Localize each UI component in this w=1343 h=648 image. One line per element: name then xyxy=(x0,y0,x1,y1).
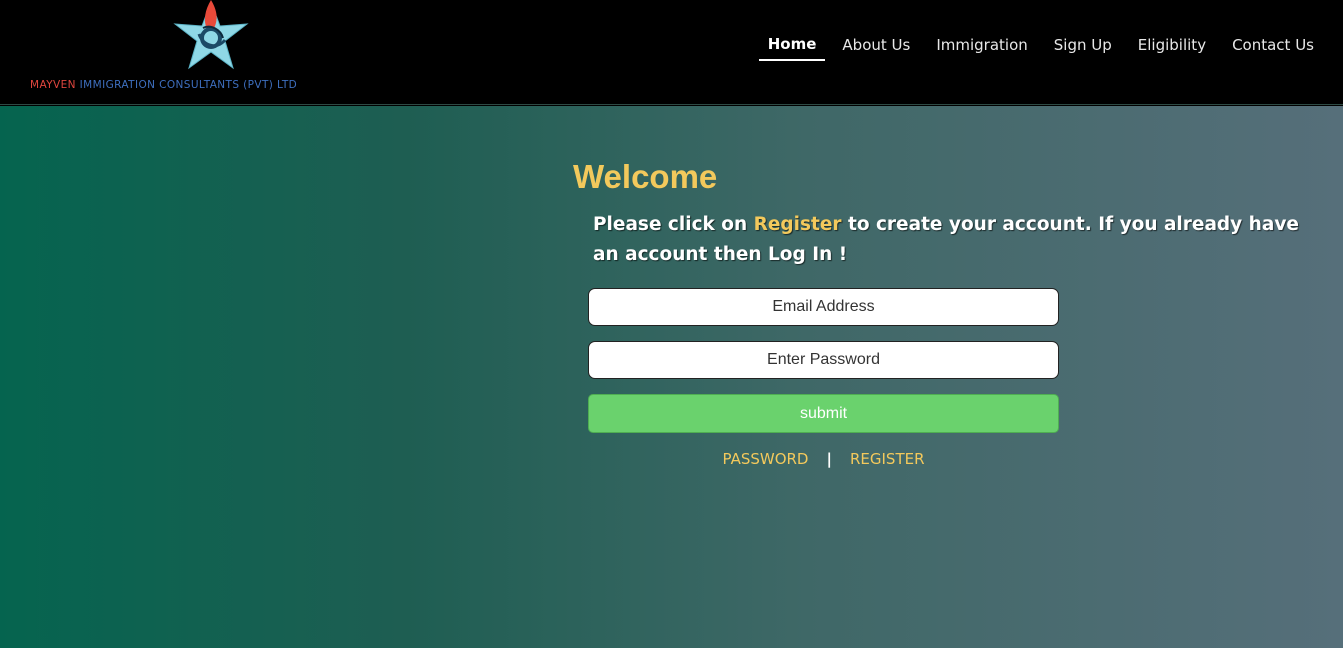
register-link[interactable]: REGISTER xyxy=(850,450,925,468)
page-title: Welcome xyxy=(573,158,718,195)
logo-tagline: IMMIGRATION CONSULTANTS (PVT) LTD xyxy=(75,79,298,91)
password-link[interactable]: PASSWORD xyxy=(722,450,808,468)
intro-register-highlight: Register xyxy=(753,214,842,235)
login-section: Welcome Please click on Register to crea… xyxy=(0,106,1343,648)
nav-sign-up[interactable]: Sign Up xyxy=(1045,34,1121,60)
site-header: MAYVEN IMMIGRATION CONSULTANTS (PVT) LTD… xyxy=(0,0,1343,105)
logo-text: MAYVEN IMMIGRATION CONSULTANTS (PVT) LTD xyxy=(30,79,297,91)
nav-eligibility[interactable]: Eligibility xyxy=(1129,34,1215,60)
nav-home[interactable]: Home xyxy=(758,33,826,61)
nav-immigration[interactable]: Immigration xyxy=(927,34,1036,60)
main-nav: Home About Us Immigration Sign Up Eligib… xyxy=(751,33,1323,61)
password-field[interactable] xyxy=(588,341,1059,379)
logo-brand: MAYVEN xyxy=(30,79,76,91)
email-field[interactable] xyxy=(588,288,1059,326)
star-logo-icon xyxy=(173,0,249,70)
intro-before: Please click on xyxy=(593,214,754,235)
link-separator: | xyxy=(826,450,832,468)
auth-links: PASSWORD | REGISTER xyxy=(588,450,1059,468)
nav-contact-us[interactable]: Contact Us xyxy=(1223,34,1323,60)
nav-about-us[interactable]: About Us xyxy=(833,34,919,60)
intro-text: Please click on Register to create your … xyxy=(593,210,1313,270)
company-logo[interactable]: MAYVEN IMMIGRATION CONSULTANTS (PVT) LTD xyxy=(30,0,330,100)
submit-button[interactable]: submit xyxy=(588,394,1059,433)
